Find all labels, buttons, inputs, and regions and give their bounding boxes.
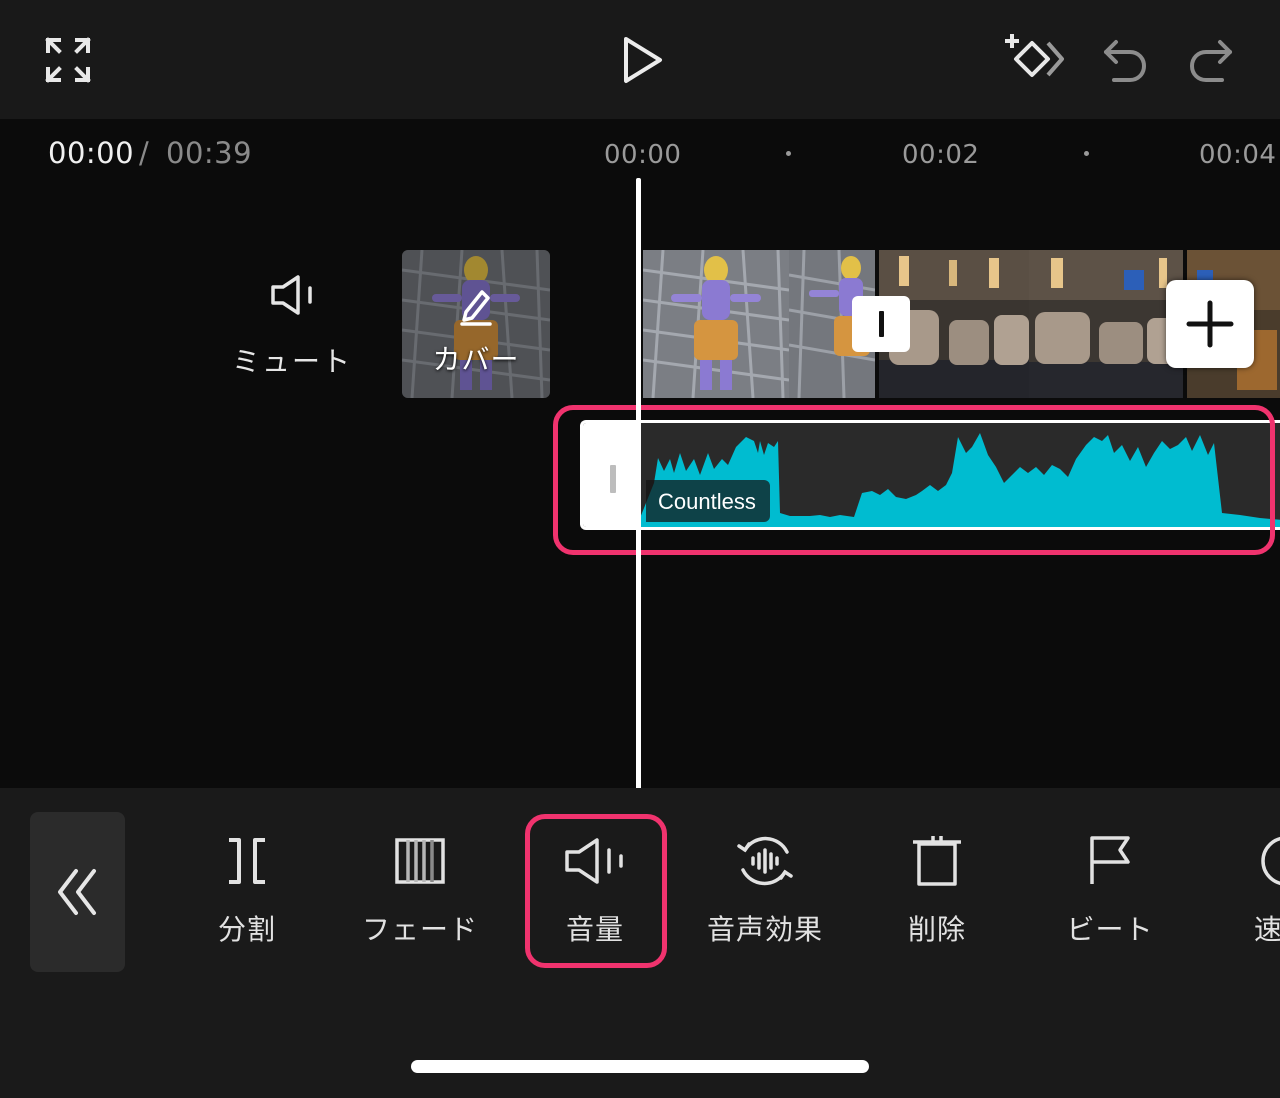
home-indicator [411,1060,869,1073]
plus-icon [1186,300,1234,348]
tool-speed[interactable]: 速 [1230,826,1280,956]
undo-icon[interactable] [1098,34,1150,86]
audio-trim-handle[interactable] [583,423,640,527]
speed-icon [1230,826,1280,896]
transition-icon [878,311,884,337]
tool-label: 音量 [565,913,624,946]
tool-label: 速 [1254,913,1280,946]
beat-flag-icon [1035,826,1185,896]
tool-label: 分割 [217,913,276,946]
playhead[interactable] [636,178,641,790]
double-chevron-left-icon [57,869,96,915]
volume-icon [520,826,670,896]
tool-label: フェード [361,913,478,946]
voice-effect-icon [690,826,840,896]
fade-icon [345,826,495,896]
edit-pencil-icon [460,290,492,326]
video-editor-screen: 00:00 / 00:39 00:00 00:02 00:04 ミュート カバー… [0,0,1280,1098]
tool-label: ビート [1066,913,1154,946]
video-frame [643,250,789,398]
add-keyframe-icon[interactable] [1002,30,1066,90]
split-icon [172,826,322,896]
expand-icon[interactable] [42,34,94,86]
redo-icon[interactable] [1186,34,1238,86]
ruler-label: 00:04 [1199,140,1277,170]
time-separator: / [139,136,149,170]
handle-grip [610,465,616,493]
tool-fade[interactable]: フェード [345,826,495,956]
play-icon[interactable] [616,32,668,88]
top-bar [0,0,1280,119]
tool-label: 音声効果 [706,913,823,946]
speaker-icon [271,275,312,315]
add-clip-button[interactable] [1166,280,1254,368]
ruler-label: 00:00 [604,140,682,170]
audio-clip-name: Countless [646,480,770,522]
back-button[interactable] [30,812,125,972]
mute-button[interactable]: ミュート [222,270,362,380]
ruler-dot [1084,151,1089,156]
tool-voice-effect[interactable]: 音声効果 [690,826,840,956]
transition-button[interactable] [852,296,910,352]
delete-icon [862,826,1012,896]
video-frame [1029,250,1183,398]
cover-label: カバー [432,343,520,376]
cover-thumbnail[interactable]: カバー [402,250,550,398]
total-duration: 00:39 [166,136,253,170]
mute-label: ミュート [231,345,352,378]
tool-label: 削除 [907,913,966,946]
ruler-dot [786,151,791,156]
tool-volume[interactable]: 音量 [520,826,670,956]
tool-split[interactable]: 分割 [172,826,322,956]
ruler-label: 00:02 [902,140,980,170]
current-time: 00:00 [48,136,135,170]
tool-beat[interactable]: ビート [1035,826,1185,956]
tool-delete[interactable]: 削除 [862,826,1012,956]
